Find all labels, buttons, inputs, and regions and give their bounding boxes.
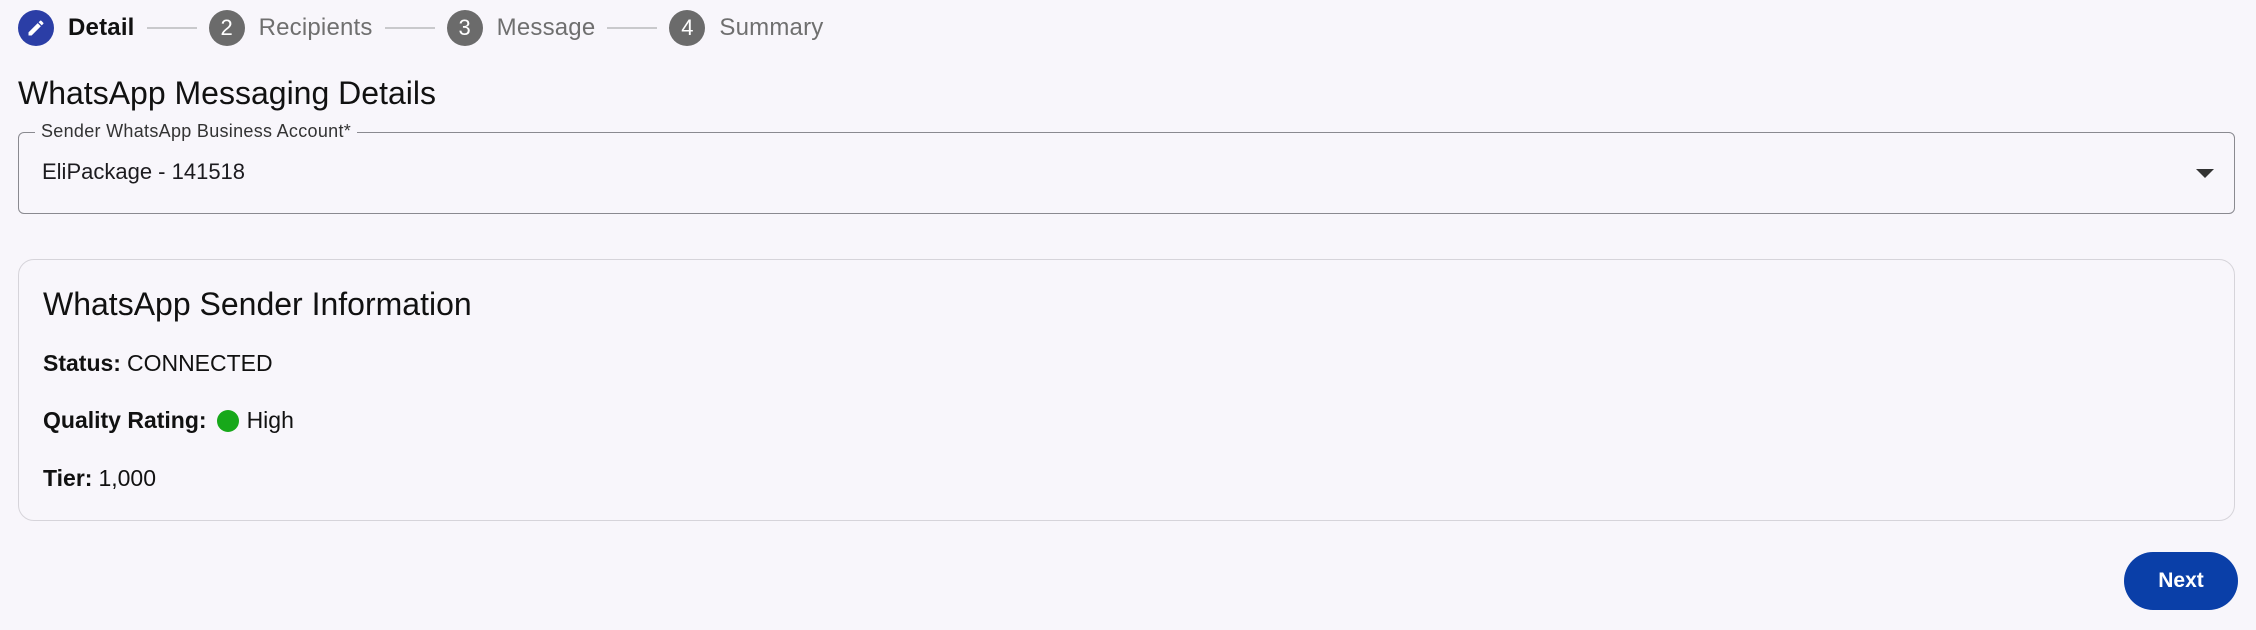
step-detail-label: Detail (68, 14, 135, 41)
status-value: CONNECTED (126, 350, 273, 376)
step-detail[interactable]: Detail (18, 10, 135, 46)
step-summary-number: 4 (669, 10, 706, 46)
sender-account-label: Sender WhatsApp Business Account* (35, 121, 358, 142)
step-connector (607, 27, 658, 29)
step-recipients[interactable]: 2 Recipients (208, 10, 373, 46)
step-recipients-label: Recipients (258, 14, 373, 41)
sender-account-select[interactable]: Sender WhatsApp Business Account* EliPac… (18, 121, 2235, 214)
sender-info-title: WhatsApp Sender Information (43, 286, 472, 322)
step-summary-label: Summary (719, 14, 824, 41)
sender-info-card: WhatsApp Sender Information Status: CONN… (18, 259, 2235, 521)
step-connector (146, 27, 197, 29)
quality-row: Quality Rating: High (43, 407, 294, 434)
step-message-label: Message (496, 14, 596, 41)
page-title: WhatsApp Messaging Details (18, 75, 436, 111)
step-message[interactable]: 3 Message (446, 10, 596, 46)
stepper: Detail 2 Recipients 3 Message 4 Summary (18, 10, 824, 46)
sender-account-value: EliPackage - 141518 (42, 159, 246, 184)
quality-value: High (246, 407, 294, 433)
step-connector (384, 27, 435, 29)
step-summary[interactable]: 4 Summary (669, 10, 823, 46)
step-recipients-number: 2 (208, 10, 245, 46)
pencil-icon (18, 10, 54, 46)
tier-label: Tier: (43, 465, 93, 491)
chevron-down-icon[interactable] (2196, 169, 2214, 178)
tier-row: Tier: 1,000 (43, 465, 156, 492)
step-message-number: 3 (446, 10, 483, 46)
quality-label: Quality Rating: (43, 407, 207, 433)
status-label: Status: (43, 350, 121, 376)
quality-indicator-icon (216, 409, 239, 432)
next-button[interactable]: Next (2124, 552, 2238, 610)
tier-value: 1,000 (98, 465, 156, 491)
status-row: Status: CONNECTED (43, 350, 273, 377)
